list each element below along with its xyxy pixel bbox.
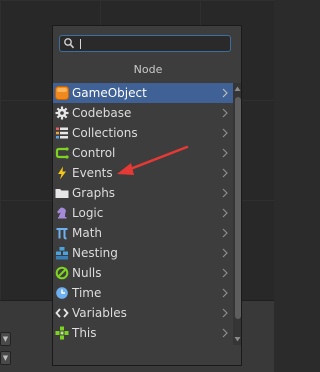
category-label: Nulls <box>72 266 102 280</box>
chevron-right-icon <box>222 328 228 338</box>
category-item-gameobject[interactable]: GameObject <box>53 83 233 103</box>
category-label: Graphs <box>72 186 116 200</box>
text-caret <box>80 39 81 49</box>
chevron-right-icon <box>222 128 228 138</box>
category-label: Variables <box>72 306 127 320</box>
dropdown-toggle-icon[interactable]: ▼ <box>0 332 11 346</box>
lightning-icon <box>55 166 69 180</box>
this-icon <box>55 326 69 340</box>
chevron-right-icon <box>222 288 228 298</box>
chevron-right-icon <box>222 188 228 198</box>
scroll-up-icon[interactable] <box>234 86 241 92</box>
category-label: Control <box>72 146 116 160</box>
node-category-list: GameObject Codebase Collections Control … <box>53 83 233 343</box>
chevron-right-icon <box>222 208 228 218</box>
null-icon <box>55 266 69 280</box>
scroll-down-icon[interactable] <box>234 336 241 342</box>
node-creation-menu: Node GameObject Codebase Collections Con… <box>52 25 242 366</box>
folder-icon <box>55 186 69 200</box>
category-label: GameObject <box>72 86 147 100</box>
category-label: Time <box>72 286 102 300</box>
chevron-right-icon <box>222 268 228 278</box>
gear-icon <box>55 106 69 120</box>
search-input[interactable] <box>82 36 228 51</box>
category-item-this[interactable]: This <box>53 323 233 343</box>
category-item-math[interactable]: Math <box>53 223 233 243</box>
category-item-variables[interactable]: Variables <box>53 303 233 323</box>
nesting-icon <box>55 246 69 260</box>
chevron-right-icon <box>222 248 228 258</box>
chess-knight-icon <box>55 206 69 220</box>
list-fade <box>53 344 233 365</box>
menu-title: Node <box>133 63 163 76</box>
category-item-graphs[interactable]: Graphs <box>53 183 233 203</box>
search-icon <box>64 38 75 49</box>
pi-icon <box>55 226 69 240</box>
chevron-right-icon <box>222 148 228 158</box>
chevron-right-icon <box>222 168 228 178</box>
chevron-right-icon <box>222 108 228 118</box>
search-box[interactable] <box>59 35 231 52</box>
code-brackets-icon <box>55 306 69 320</box>
category-label: Math <box>72 226 103 240</box>
chevron-right-icon <box>222 88 228 98</box>
category-label: Events <box>72 166 113 180</box>
category-label: Collections <box>72 126 138 140</box>
category-item-logic[interactable]: Logic <box>53 203 233 223</box>
category-item-control[interactable]: Control <box>53 143 233 163</box>
clock-icon <box>55 286 69 300</box>
category-label: Logic <box>72 206 104 220</box>
dropdown-toggle-icon[interactable]: ▼ <box>0 351 11 365</box>
category-label: This <box>72 326 97 340</box>
category-item-nesting[interactable]: Nesting <box>53 243 233 263</box>
list-icon <box>55 126 69 140</box>
control-flow-icon <box>55 146 69 160</box>
category-item-collections[interactable]: Collections <box>53 123 233 143</box>
category-item-codebase[interactable]: Codebase <box>53 103 233 123</box>
category-item-events[interactable]: Events <box>53 163 233 183</box>
vertical-scrollbar[interactable] <box>233 83 241 345</box>
category-item-time[interactable]: Time <box>53 283 233 303</box>
chevron-right-icon <box>222 308 228 318</box>
category-label: Codebase <box>72 106 132 120</box>
category-label: Nesting <box>72 246 118 260</box>
gameobject-icon <box>55 86 69 100</box>
category-item-nulls[interactable]: Nulls <box>53 263 233 283</box>
scrollbar-thumb[interactable] <box>235 97 241 319</box>
chevron-right-icon <box>222 228 228 238</box>
